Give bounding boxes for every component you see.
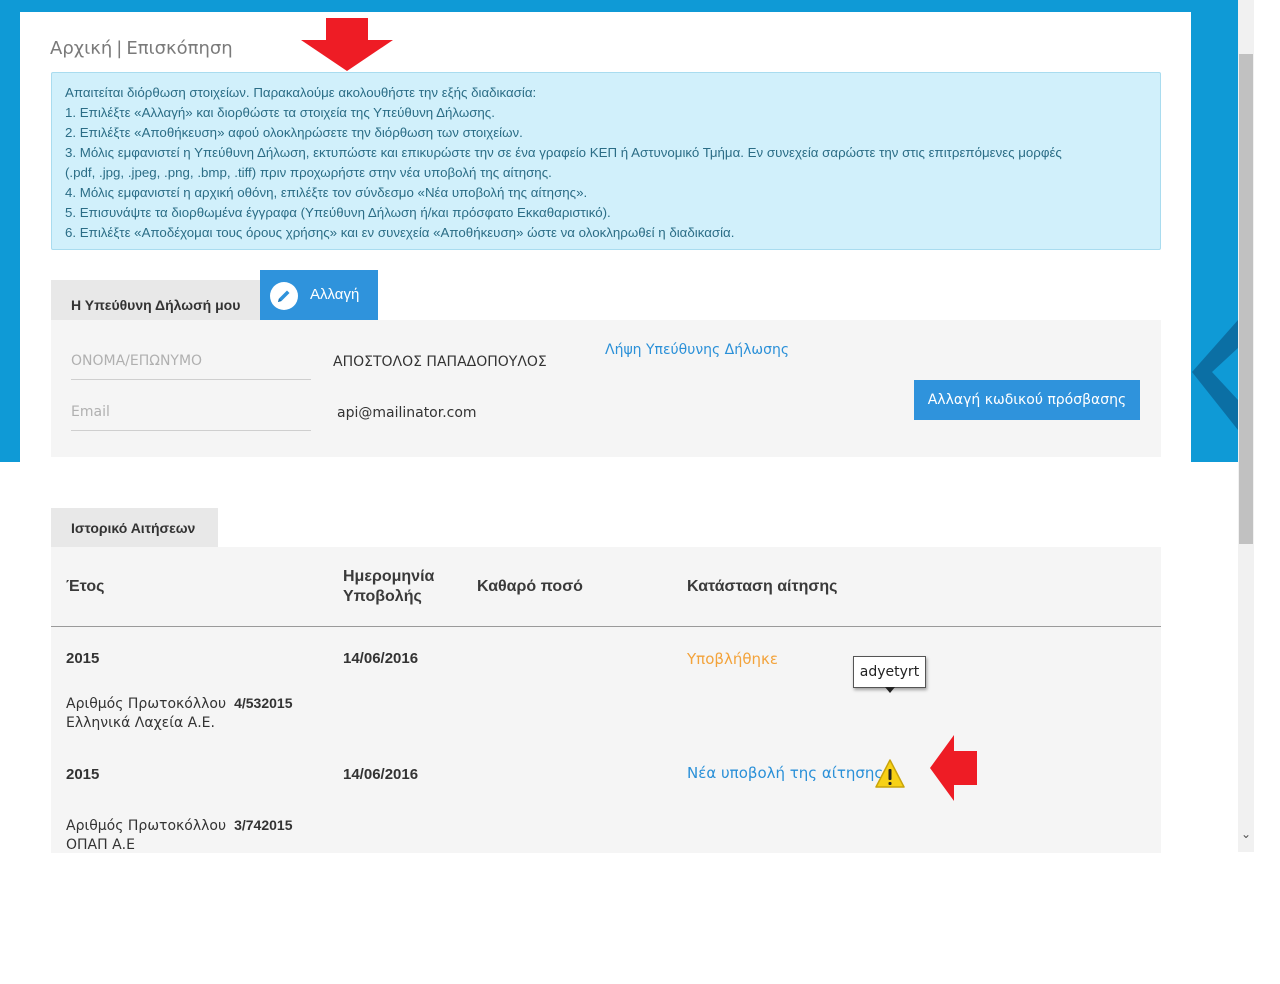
name-value: ΑΠΟΣΤΟΛΟΣ ΠΑΠΑΔΟΠΟΥΛΟΣ bbox=[333, 354, 547, 370]
alert-line: 1. Επιλέξτε «Αλλαγή» και διορθώστε τα στ… bbox=[65, 105, 495, 120]
tooltip-text: adyetyrt bbox=[859, 664, 920, 680]
email-value: api@mailinator.com bbox=[337, 405, 477, 421]
row-1-company: Ελληνικά Λαχεία Α.Ε. bbox=[66, 715, 215, 731]
protocol-number: 3/742015 bbox=[234, 817, 293, 833]
alert-line: Απαιτείται διόρθωση στοιχείων. Παρακαλού… bbox=[65, 85, 537, 100]
alert-line: 4. Μόλις εμφανιστεί η αρχική οθόνη, επιλ… bbox=[65, 185, 588, 200]
protocol-label: Αριθμός Πρωτοκόλλου bbox=[66, 696, 227, 712]
column-header-date-line2: Υποβολής bbox=[343, 588, 422, 605]
history-table: Έτος Ημερομηνία Υποβολής Καθαρό ποσό Κατ… bbox=[51, 547, 1161, 853]
protocol-label: Αριθμός Πρωτοκόλλου bbox=[66, 818, 227, 834]
column-header-amount: Καθαρό ποσό bbox=[477, 578, 583, 595]
row-1-year: 2015 bbox=[66, 650, 100, 667]
decorative-shape bbox=[1192, 320, 1238, 430]
tab-application-history[interactable]: Ιστορικό Αιτήσεων bbox=[51, 508, 218, 548]
breadcrumb-home[interactable]: Αρχική bbox=[50, 38, 112, 59]
row-1-date: 14/06/2016 bbox=[343, 650, 419, 667]
change-button[interactable]: Αλλαγή bbox=[260, 270, 378, 320]
row-2-date: 14/06/2016 bbox=[343, 766, 419, 783]
alert-line: (.pdf, .jpg, .jpeg, .png, .bmp, .tiff) π… bbox=[65, 165, 552, 180]
column-header-year: Έτος bbox=[66, 578, 105, 595]
red-arrow-down bbox=[301, 18, 393, 71]
alert-line: 5. Επισυνάψτε τα διορθωμένα έγγραφα (Υπε… bbox=[65, 205, 611, 220]
row-2-company: ΟΠΑΠ Α.Ε bbox=[66, 837, 135, 853]
page-scrollbar[interactable]: ⌄ bbox=[1238, 0, 1254, 852]
warning-icon[interactable] bbox=[875, 758, 905, 790]
alert-line: 6. Επιλέξτε «Αποδέχομαι τους όρους χρήση… bbox=[65, 225, 735, 240]
protocol-number: 4/532015 bbox=[234, 695, 293, 711]
declaration-panel: ΟΝΟΜΑ/ΕΠΩΝΥΜΟ ΑΠΟΣΤΟΛΟΣ ΠΑΠΑΔΟΠΟΥΛΟΣ Ema… bbox=[51, 320, 1161, 457]
change-button-label: Αλλαγή bbox=[310, 286, 360, 303]
red-arrow-left bbox=[930, 735, 977, 801]
alert-line: 2. Επιλέξτε «Αποθήκευση» αφού ολοκληρώσε… bbox=[65, 125, 523, 140]
name-field-label: ΟΝΟΜΑ/ΕΠΩΝΥΜΟ bbox=[71, 353, 311, 380]
main-card: Αρχική | Επισκόπηση Απαιτείται διόρθωση στ… bbox=[20, 12, 1191, 853]
get-declaration-link[interactable]: Λήψη Υπεύθυνης Δήλωσης bbox=[605, 342, 789, 358]
change-password-button[interactable]: Αλλαγή κωδικού πρόσβασης bbox=[914, 380, 1140, 420]
correction-alert: Απαιτείται διόρθωση στοιχείων. Παρακαλού… bbox=[51, 72, 1161, 250]
column-header-status: Κατάσταση αίτησης bbox=[687, 578, 838, 595]
pencil-icon bbox=[270, 282, 298, 310]
tooltip-arrow bbox=[885, 687, 895, 693]
row-2-year: 2015 bbox=[66, 766, 100, 783]
new-submission-link[interactable]: Νέα υποβολή της αίτησης bbox=[687, 764, 883, 782]
warning-tooltip: adyetyrt bbox=[853, 656, 926, 693]
scrollbar-thumb[interactable] bbox=[1239, 54, 1253, 544]
column-header-date-line1: Ημερομηνία bbox=[343, 568, 435, 585]
breadcrumb-current: Επισκόπηση bbox=[126, 38, 233, 59]
breadcrumb-separator: | bbox=[116, 38, 123, 59]
header-divider bbox=[51, 626, 1161, 627]
row-1-protocol: Αριθμός Πρωτοκόλλου 4/532015 bbox=[66, 695, 293, 712]
row-1-status-badge: Υποβλήθηκε bbox=[687, 650, 778, 668]
alert-line: 3. Μόλις εμφανιστεί η Υπεύθυνη Δήλωση, ε… bbox=[65, 145, 1062, 160]
email-field-label: Email bbox=[71, 404, 311, 431]
column-header-date: Ημερομηνία Υποβολής bbox=[343, 567, 434, 607]
breadcrumb: Αρχική | Επισκόπηση bbox=[50, 38, 233, 59]
chevron-down-icon[interactable]: ⌄ bbox=[1238, 826, 1254, 842]
row-2-protocol: Αριθμός Πρωτοκόλλου 3/742015 bbox=[66, 817, 293, 834]
